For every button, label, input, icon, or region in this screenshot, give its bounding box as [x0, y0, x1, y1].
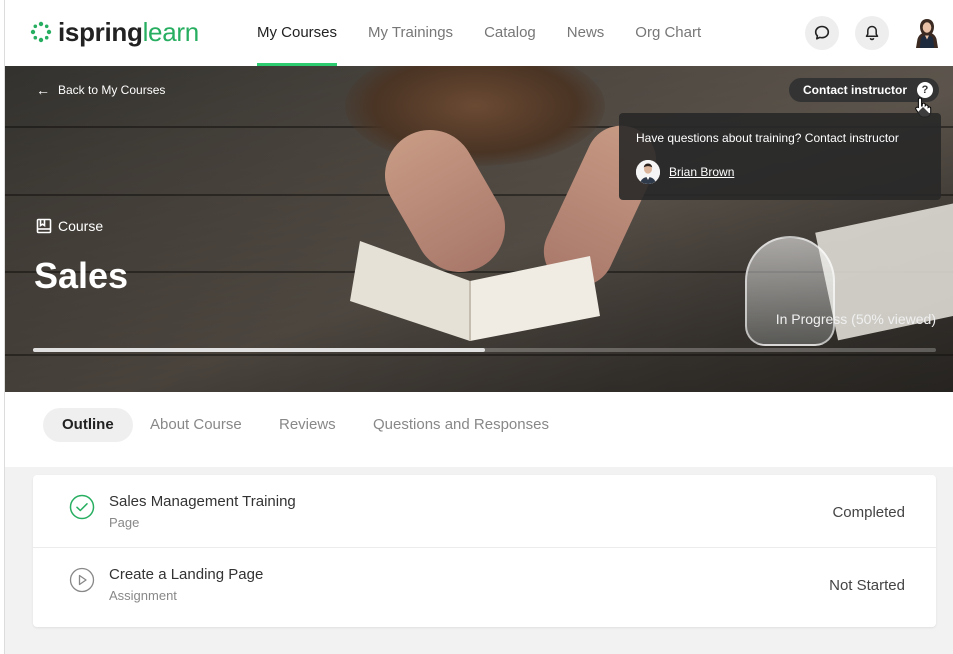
progress-bar-fill: [33, 348, 485, 352]
nav-my-courses[interactable]: My Courses: [257, 0, 338, 66]
notifications-button[interactable]: [855, 16, 889, 50]
outline-item-status: Not Started: [829, 577, 905, 594]
logo-brand: ispring: [58, 17, 143, 47]
course-tabs: Outline About Course Reviews Questions a…: [5, 392, 953, 467]
outline-item-type: Assignment: [109, 588, 177, 603]
outline-item-title: Sales Management Training: [109, 493, 296, 510]
outline-item[interactable]: Sales Management Training Page Completed: [33, 475, 936, 547]
outline-item-type: Page: [109, 515, 140, 530]
outline-item-title: Create a Landing Page: [109, 566, 264, 583]
check-circle-icon: [69, 494, 95, 520]
nav-my-trainings[interactable]: My Trainings: [368, 0, 453, 66]
popover-title: Have questions about training? Contact i…: [636, 131, 899, 145]
main-navigation: My Courses My Trainings Catalog News Org…: [257, 0, 732, 66]
book-illustration: [350, 241, 600, 341]
top-navigation-bar: ispringlearn My Courses My Trainings Cat…: [5, 0, 953, 66]
nav-catalog[interactable]: Catalog: [484, 0, 536, 66]
course-type-label: Course: [36, 218, 103, 234]
instructor-name: Brian Brown: [669, 165, 735, 179]
outline-item[interactable]: Create a Landing Page Assignment Not Sta…: [33, 547, 936, 619]
tab-reviews[interactable]: Reviews: [279, 408, 336, 442]
logo-product: learn: [142, 17, 200, 47]
bell-icon: [865, 25, 879, 41]
nav-news[interactable]: News: [567, 0, 605, 66]
course-hero-banner: ← Back to My Courses Contact instructor …: [5, 66, 953, 392]
contact-instructor-label: Contact instructor: [803, 83, 908, 97]
nav-org-chart[interactable]: Org Chart: [635, 0, 701, 66]
chat-bubble-icon: [814, 25, 830, 40]
messages-button[interactable]: [805, 16, 839, 50]
outline-item-status: Completed: [832, 504, 905, 521]
contact-instructor-popover: Have questions about training? Contact i…: [619, 107, 941, 200]
outline-card: Sales Management Training Page Completed…: [33, 475, 936, 627]
instructor-avatar: [636, 160, 660, 184]
ispring-learn-logo[interactable]: ispringlearn: [30, 17, 199, 47]
arrow-left-icon: ←: [36, 82, 50, 98]
logo-mark-icon: [30, 21, 52, 43]
tab-questions-and-responses[interactable]: Questions and Responses: [373, 408, 549, 442]
book-icon: [36, 218, 52, 234]
course-progress-bar: [33, 348, 936, 352]
course-outline-section: Sales Management Training Page Completed…: [5, 467, 953, 654]
progress-status-text: In Progress (50% viewed): [775, 311, 936, 327]
back-to-courses-link[interactable]: ← Back to My Courses: [36, 82, 165, 98]
profile-avatar[interactable]: [910, 16, 944, 50]
back-link-label: Back to My Courses: [58, 83, 166, 97]
tab-about-course[interactable]: About Course: [150, 408, 242, 442]
play-circle-icon: [69, 567, 95, 593]
logo-wordmark: ispringlearn: [58, 17, 199, 47]
instructor-link[interactable]: Brian Brown: [636, 160, 734, 184]
course-type-text: Course: [58, 218, 104, 234]
tab-outline[interactable]: Outline: [43, 408, 133, 442]
course-title: Sales: [34, 255, 129, 296]
